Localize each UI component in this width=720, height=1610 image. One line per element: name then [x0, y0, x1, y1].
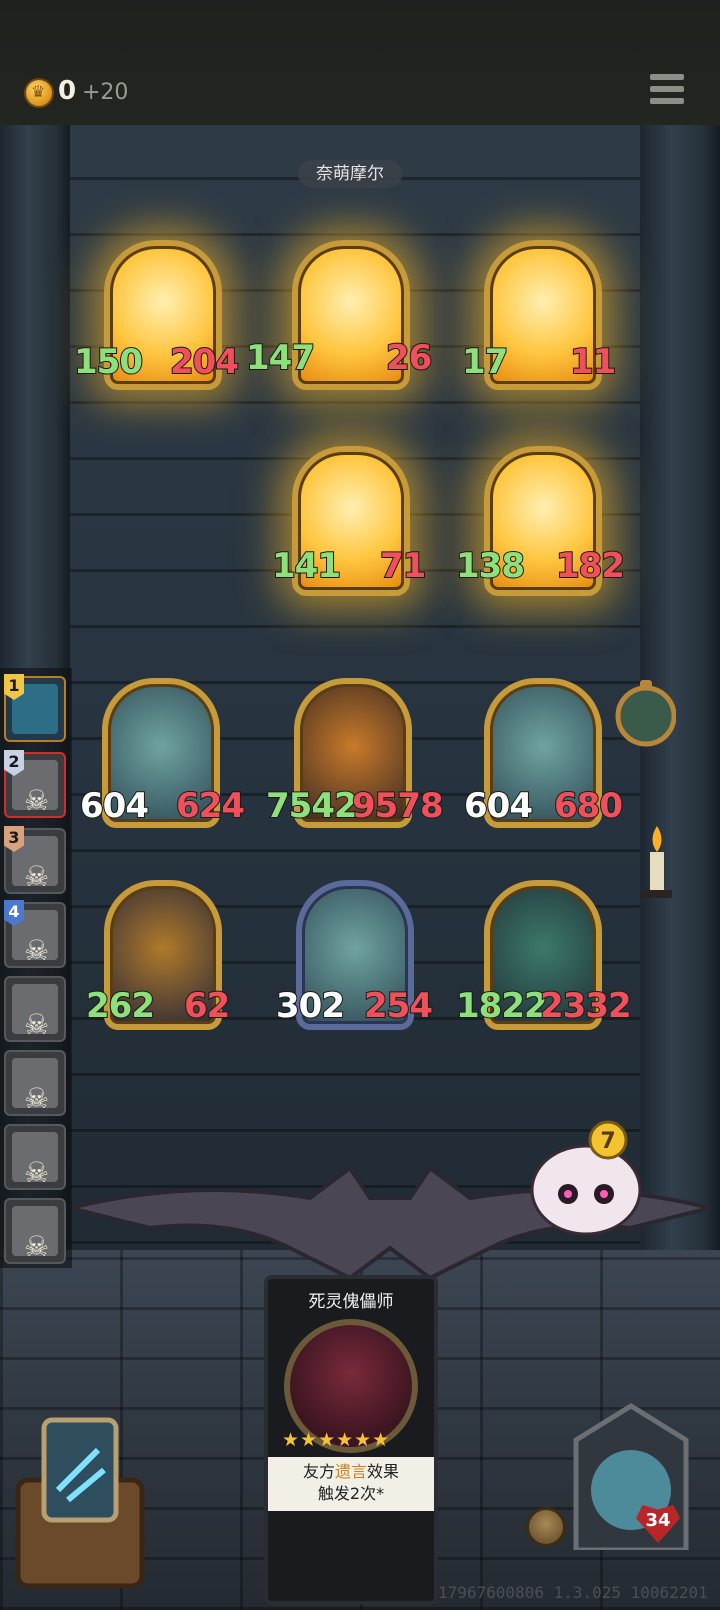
- enemy-minion-card[interactable]: 147 26: [245, 240, 433, 390]
- card-title: 死灵傀儡师: [308, 1292, 394, 1312]
- upgrade-button[interactable]: [526, 1507, 566, 1547]
- skull-icon: ☠: [24, 1008, 50, 1041]
- player-list: 1 ☠ 2 ☠ 3 ☠ 4 ☠ ☠ ☠ ☠: [0, 668, 72, 1268]
- minion-attack: 302: [275, 985, 346, 1027]
- player-minion-card[interactable]: 7542 9578: [265, 678, 445, 828]
- skull-icon: ☠: [24, 934, 50, 967]
- minion-health: 11: [569, 341, 617, 383]
- star-rating: ★★★★★★: [282, 1429, 391, 1451]
- minion-health: 204: [169, 341, 240, 383]
- minion-health: 71: [379, 545, 427, 587]
- enemy-name: 奈萌摩尔: [298, 160, 402, 188]
- player-slot[interactable]: ☠ 4: [4, 900, 66, 968]
- player-minion-card[interactable]: 1822 2332: [455, 880, 633, 1030]
- player-slot[interactable]: ☠: [4, 1198, 66, 1264]
- player-slot[interactable]: ☠ 2: [4, 750, 66, 818]
- minion-attack: 138: [455, 545, 526, 587]
- top-bar: [0, 0, 720, 125]
- minion-attack: 141: [271, 545, 342, 587]
- player-minion-card[interactable]: 262 62: [85, 880, 231, 1030]
- minion-health: 680: [553, 785, 624, 827]
- minion-health: 9578: [351, 785, 445, 827]
- skull-icon: ☠: [24, 860, 50, 893]
- build-id: 17967600806 1.3.025 10062201: [438, 1583, 708, 1602]
- player-slot[interactable]: ☠: [4, 1124, 66, 1190]
- mascot-icon[interactable]: 7: [524, 1118, 654, 1246]
- player-slot[interactable]: ☠ 3: [4, 826, 66, 894]
- minion-attack: 604: [79, 785, 150, 827]
- hero-health: 34: [645, 1510, 671, 1531]
- player-minion-card[interactable]: 604 624: [79, 678, 246, 828]
- player-slot[interactable]: 1: [4, 674, 66, 742]
- minion-health: 2332: [539, 985, 633, 1027]
- enemy-minion-card[interactable]: 138 182: [455, 446, 626, 596]
- minion-health: 62: [183, 985, 231, 1027]
- minion-health: 26: [385, 337, 433, 379]
- minion-attack: 604: [463, 785, 534, 827]
- skull-icon: ☠: [24, 784, 50, 817]
- minion-health: 624: [175, 785, 246, 827]
- gold-income: +20: [82, 80, 129, 105]
- minion-attack: 147: [245, 337, 316, 379]
- skull-icon: ☠: [24, 1230, 50, 1263]
- player-slot[interactable]: ☠: [4, 1050, 66, 1116]
- enemy-minion-card[interactable]: 17 11: [461, 240, 617, 390]
- card-description: 友方遗言效果 触发2次*: [268, 1457, 434, 1511]
- minion-attack: 262: [85, 985, 156, 1027]
- tavern-shop-icon[interactable]: [8, 1410, 148, 1590]
- keyword-highlight: 遗言: [334, 1462, 367, 1481]
- minion-attack: 7542: [265, 785, 359, 827]
- minion-health: 182: [555, 545, 626, 587]
- enemy-minion-card[interactable]: 150 204: [73, 240, 240, 390]
- gold-amount: 0: [58, 76, 77, 106]
- pocket-watch-icon[interactable]: [612, 678, 676, 750]
- minion-attack: 17: [461, 341, 509, 383]
- candle-icon: [642, 826, 672, 898]
- minion-attack: 1822: [455, 985, 549, 1027]
- player-slot[interactable]: ☠: [4, 976, 66, 1042]
- featured-card[interactable]: 死灵傀儡师 ★★★★★★ 友方遗言效果 触发2次*: [264, 1275, 438, 1605]
- player-minion-card[interactable]: 302 254: [275, 880, 434, 1030]
- skull-icon: ☠: [24, 1156, 50, 1189]
- gold-coin-icon: [24, 78, 54, 108]
- skull-icon: ☠: [24, 1082, 50, 1115]
- enemy-minion-card[interactable]: 141 71: [271, 446, 427, 596]
- mascot-badge: 7: [600, 1129, 615, 1154]
- player-minion-card[interactable]: 604 680: [463, 678, 624, 828]
- menu-icon[interactable]: [650, 74, 684, 106]
- minion-attack: 150: [73, 341, 144, 383]
- minion-health: 254: [363, 985, 434, 1027]
